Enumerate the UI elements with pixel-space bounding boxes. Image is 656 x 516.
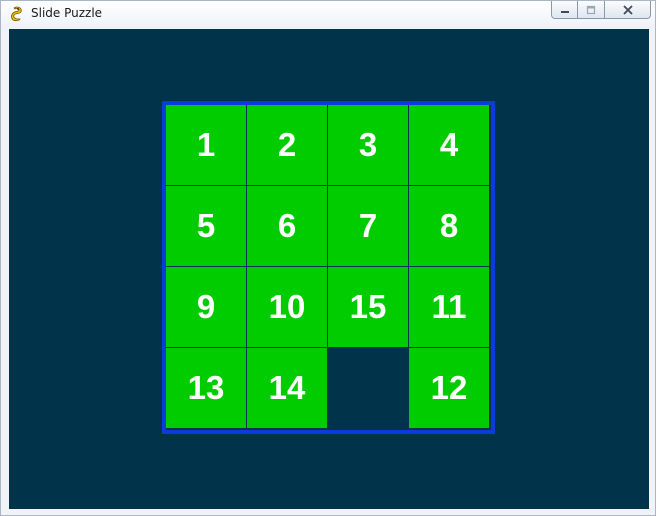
empty-slot (328, 348, 408, 428)
puzzle-tile[interactable]: 9 (166, 267, 246, 347)
puzzle-tile[interactable]: 4 (409, 105, 489, 185)
app-icon (9, 6, 25, 22)
puzzle-tile[interactable]: 11 (409, 267, 489, 347)
puzzle-tile[interactable]: 8 (409, 186, 489, 266)
puzzle-tile[interactable]: 12 (409, 348, 489, 428)
minimize-icon (560, 10, 569, 13)
maximize-button[interactable] (578, 1, 605, 19)
puzzle-tile[interactable]: 14 (247, 348, 327, 428)
window-controls (551, 1, 651, 20)
puzzle-tile[interactable]: 1 (166, 105, 246, 185)
window-title: Slide Puzzle (31, 6, 103, 20)
close-icon (622, 4, 633, 15)
puzzle-tile[interactable]: 5 (166, 186, 246, 266)
puzzle-tile[interactable]: 3 (328, 105, 408, 185)
puzzle-tile[interactable]: 15 (328, 267, 408, 347)
close-button[interactable] (605, 1, 651, 19)
puzzle-tile[interactable]: 6 (247, 186, 327, 266)
puzzle-tile[interactable]: 2 (247, 105, 327, 185)
maximize-icon (586, 5, 596, 14)
puzzle-board: 1 2 3 4 5 6 7 8 9 10 15 11 13 14 12 (162, 101, 495, 434)
minimize-button[interactable] (551, 1, 578, 19)
puzzle-tile[interactable]: 13 (166, 348, 246, 428)
title-bar[interactable]: Slide Puzzle (1, 1, 655, 28)
app-window: Slide Puzzle 1 2 3 4 5 6 7 8 9 10 15 11 13 14 12 (0, 0, 656, 516)
puzzle-tile[interactable]: 7 (328, 186, 408, 266)
puzzle-tile[interactable]: 10 (247, 267, 327, 347)
game-canvas[interactable]: 1 2 3 4 5 6 7 8 9 10 15 11 13 14 12 (9, 29, 649, 509)
